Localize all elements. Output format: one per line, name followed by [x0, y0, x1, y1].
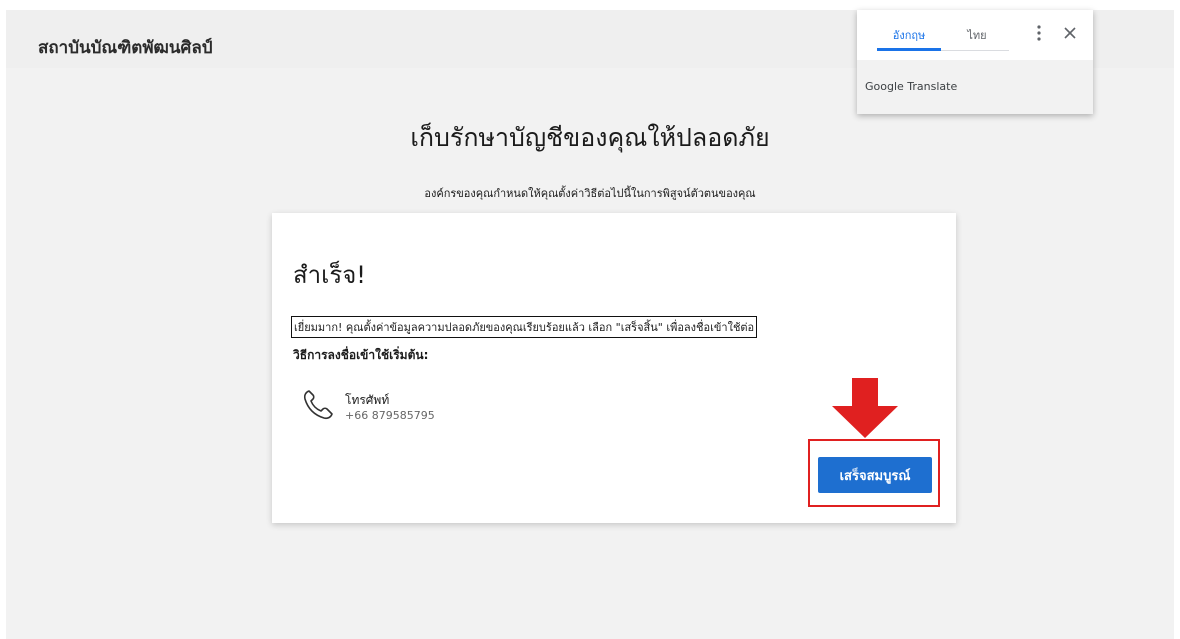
phone-number: +66 879585795	[345, 409, 435, 422]
method-label: โทรศัพท์	[345, 393, 390, 407]
translate-header: อังกฤษ ไทย	[857, 10, 1093, 60]
page-frame: สถาบันบัณฑิตพัฒนศิลป์ เก็บรักษาบัญชีของค…	[6, 10, 1174, 639]
finish-button[interactable]: เสร็จสมบูรณ์	[818, 457, 932, 493]
success-card: สำเร็จ! เยี่ยมมาก! คุณตั้งค่าข้อมูลความป…	[272, 213, 956, 523]
close-icon[interactable]	[1063, 26, 1077, 40]
success-message: เยี่ยมมาก! คุณตั้งค่าข้อมูลความปลอดภัยขอ…	[291, 316, 758, 338]
translate-popup: อังกฤษ ไทย Google Translate	[857, 10, 1093, 114]
active-tab-indicator	[877, 48, 941, 51]
tab-english[interactable]: อังกฤษ	[877, 26, 941, 44]
default-method-header: วิธีการลงชื่อเข้าใช้เริ่มต้น:	[293, 348, 429, 362]
organization-name: สถาบันบัณฑิตพัฒนศิลป์	[38, 38, 213, 58]
more-options-icon[interactable]	[1033, 24, 1045, 42]
translate-footer: Google Translate	[865, 80, 958, 93]
card-title: สำเร็จ!	[293, 261, 366, 289]
page-subtitle: องค์กรของคุณกำหนดให้คุณตั้งค่าวิธีต่อไปน…	[424, 187, 756, 200]
tab-thai[interactable]: ไทย	[957, 26, 997, 44]
page-title: เก็บรักษาบัญชีของคุณให้ปลอดภัย	[410, 123, 770, 152]
down-arrow-icon	[832, 378, 898, 438]
phone-icon	[303, 390, 333, 420]
